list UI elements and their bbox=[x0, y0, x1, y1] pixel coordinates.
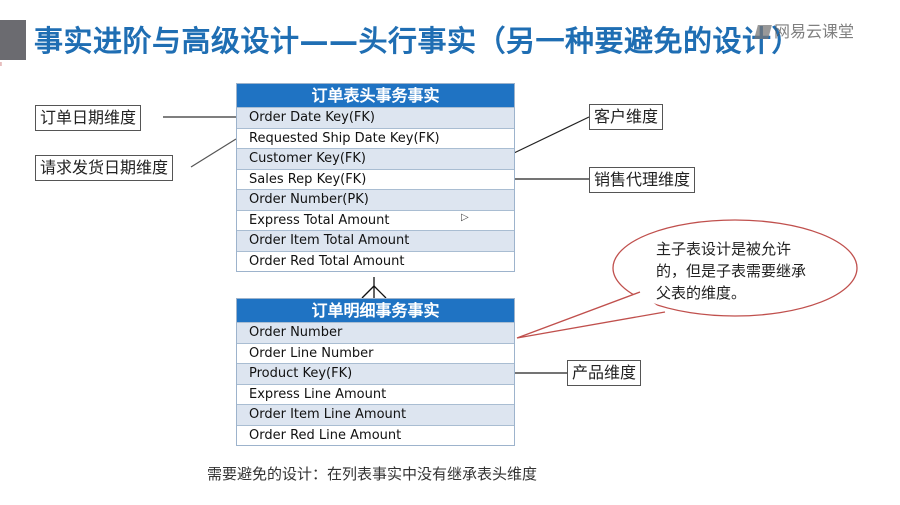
crows-foot-left bbox=[361, 285, 375, 299]
table-row: Sales Rep Key(FK) bbox=[237, 168, 514, 189]
table-row: Order Number(PK) bbox=[237, 189, 514, 210]
connector-request-ship-date bbox=[190, 138, 237, 168]
dimension-customer: 客户维度 bbox=[589, 104, 664, 130]
table-row: Order Date Key(FK) bbox=[237, 107, 514, 128]
dimension-product: 产品维度 bbox=[567, 360, 642, 386]
table-row: Requested Ship Date Key(FK) bbox=[237, 127, 514, 148]
order-header-fact-table: 订单表头事务事实 Order Date Key(FK) Requested Sh… bbox=[236, 83, 515, 272]
table-row: Order Item Total Amount bbox=[237, 230, 514, 251]
callout-tail bbox=[516, 291, 666, 339]
table-row: Order Number bbox=[237, 322, 514, 343]
mouse-cursor-icon: ▷ bbox=[461, 212, 469, 223]
footer-note: 需要避免的设计：在列表事实中没有继承表头维度 bbox=[207, 465, 538, 483]
table-row: Express Line Amount bbox=[237, 383, 514, 404]
table-row: Order Red Line Amount bbox=[237, 424, 514, 445]
table-row: Express Total Amount bbox=[237, 209, 514, 230]
crows-foot-right bbox=[373, 285, 387, 299]
table-row: Order Red Total Amount bbox=[237, 250, 514, 271]
connector-customer bbox=[513, 116, 590, 154]
table-header: 订单表头事务事实 bbox=[237, 84, 514, 107]
dimension-order-date: 订单日期维度 bbox=[35, 105, 142, 131]
order-line-fact-table: 订单明细事务事实 Order Number Order Line Number … bbox=[236, 298, 515, 446]
table-row: Order Item Line Amount bbox=[237, 404, 514, 425]
dimension-sales-rep: 销售代理维度 bbox=[589, 167, 696, 193]
dimension-request-ship-date: 请求发货日期维度 bbox=[35, 155, 174, 181]
table-row: Customer Key(FK) bbox=[237, 148, 514, 169]
table-row: Product Key(FK) bbox=[237, 363, 514, 384]
table-row: Order Line Number bbox=[237, 342, 514, 363]
table-header: 订单明细事务事实 bbox=[237, 299, 514, 322]
callout-text: 主子表设计是被允许的，但是子表需要继承父表的维度。 bbox=[656, 240, 807, 302]
